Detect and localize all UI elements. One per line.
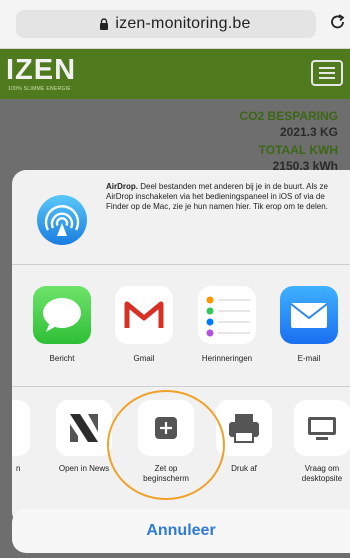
app-reminders[interactable]: Herinneringen	[192, 286, 262, 363]
stats-panel: CO2 BESPARING 2021.3 KG TOTAAL KWH 2150.…	[240, 109, 338, 177]
app-mail[interactable]: E-mail	[274, 286, 344, 363]
app-label: Herinneringen	[201, 354, 253, 363]
reminders-icon	[198, 286, 256, 344]
action-label: Druk af	[231, 464, 257, 473]
site-logo-subtitle: 100% SLIMME ENERGIE	[8, 86, 71, 92]
stat-value: 2021.3 KG	[279, 125, 338, 139]
app-gmail[interactable]: Gmail	[109, 286, 179, 363]
airdrop-icon[interactable]	[36, 194, 88, 251]
airdrop-description: AirDrop. Deel bestanden met anderen bij …	[106, 182, 342, 212]
stat-label: CO2 BESPARING	[239, 109, 338, 123]
action-label: n	[16, 464, 21, 473]
highlight-circle	[107, 390, 225, 500]
app-label: E-mail	[297, 354, 321, 363]
partial-action-icon	[12, 400, 30, 456]
url-text: izen-monitoring.be	[115, 15, 251, 32]
cancel-button[interactable]: Annuleer	[12, 509, 350, 553]
site-header: IZEN 100% SLIMME ENERGIE	[0, 49, 350, 99]
airdrop-body: Deel bestanden met anderen bij je in de …	[106, 182, 328, 211]
hamburger-menu-icon[interactable]	[311, 60, 343, 86]
app-messages[interactable]: Bericht	[27, 286, 97, 363]
action-label: Vraag om desktopsite	[301, 464, 343, 483]
stat-label: TOTAAL KWH	[258, 143, 338, 157]
messages-icon	[33, 286, 91, 344]
gmail-icon	[115, 286, 173, 344]
airdrop-section[interactable]: AirDrop. Deel bestanden met anderen bij …	[12, 170, 350, 264]
reload-icon[interactable]	[330, 13, 346, 36]
site-logo: IZEN	[6, 54, 77, 86]
app-label: Bericht	[49, 354, 75, 363]
action-request-desktop-site[interactable]: Vraag om desktopsite	[290, 400, 350, 484]
action-partial[interactable]: n	[12, 400, 34, 474]
desktop-icon	[294, 400, 350, 456]
airdrop-title: AirDrop.	[106, 182, 138, 191]
mail-icon	[280, 286, 338, 344]
action-label: Open in News	[58, 464, 110, 473]
divider	[12, 386, 350, 387]
action-open-in-news[interactable]: Open in News	[52, 400, 116, 474]
lock-icon	[99, 17, 109, 35]
news-icon	[56, 400, 112, 456]
browser-url-bar: izen-monitoring.be	[0, 0, 350, 49]
address-display[interactable]: izen-monitoring.be	[0, 15, 350, 35]
app-label: Gmail	[133, 354, 155, 363]
divider	[12, 264, 350, 265]
share-apps-row: Bericht Gmail Herinneringen E-mail	[12, 286, 350, 366]
